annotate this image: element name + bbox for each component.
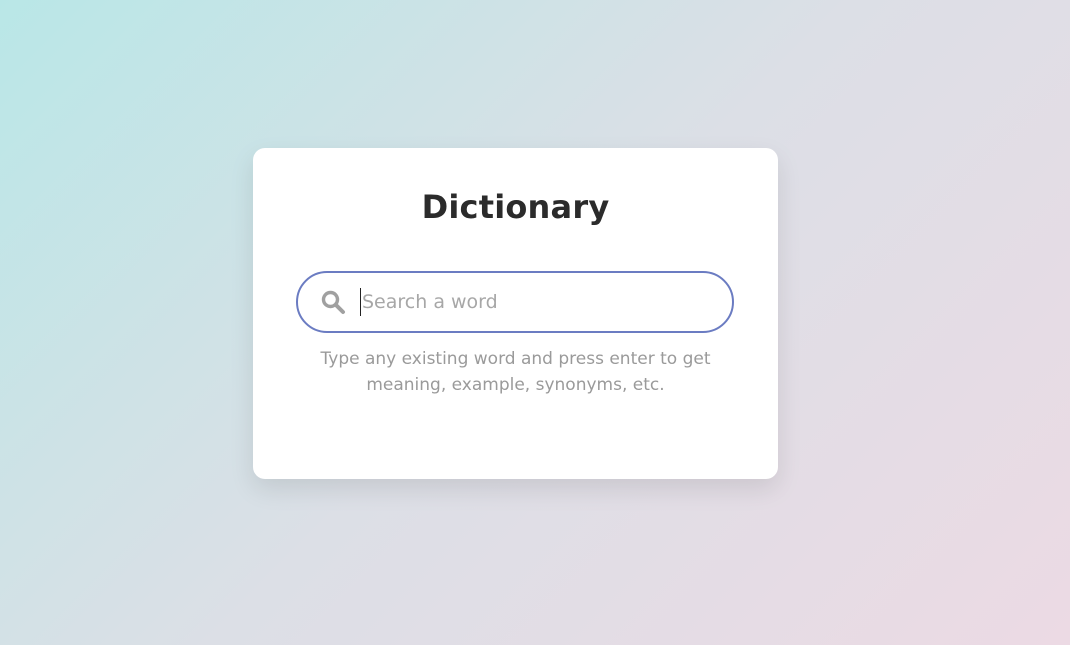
search-icon <box>320 289 346 315</box>
search-box[interactable] <box>296 271 734 333</box>
page-title: Dictionary <box>421 188 610 226</box>
search-hint: Type any existing word and press enter t… <box>320 349 711 395</box>
search-input[interactable] <box>360 288 712 316</box>
dictionary-card: Dictionary Type any existing word and pr… <box>253 148 778 479</box>
